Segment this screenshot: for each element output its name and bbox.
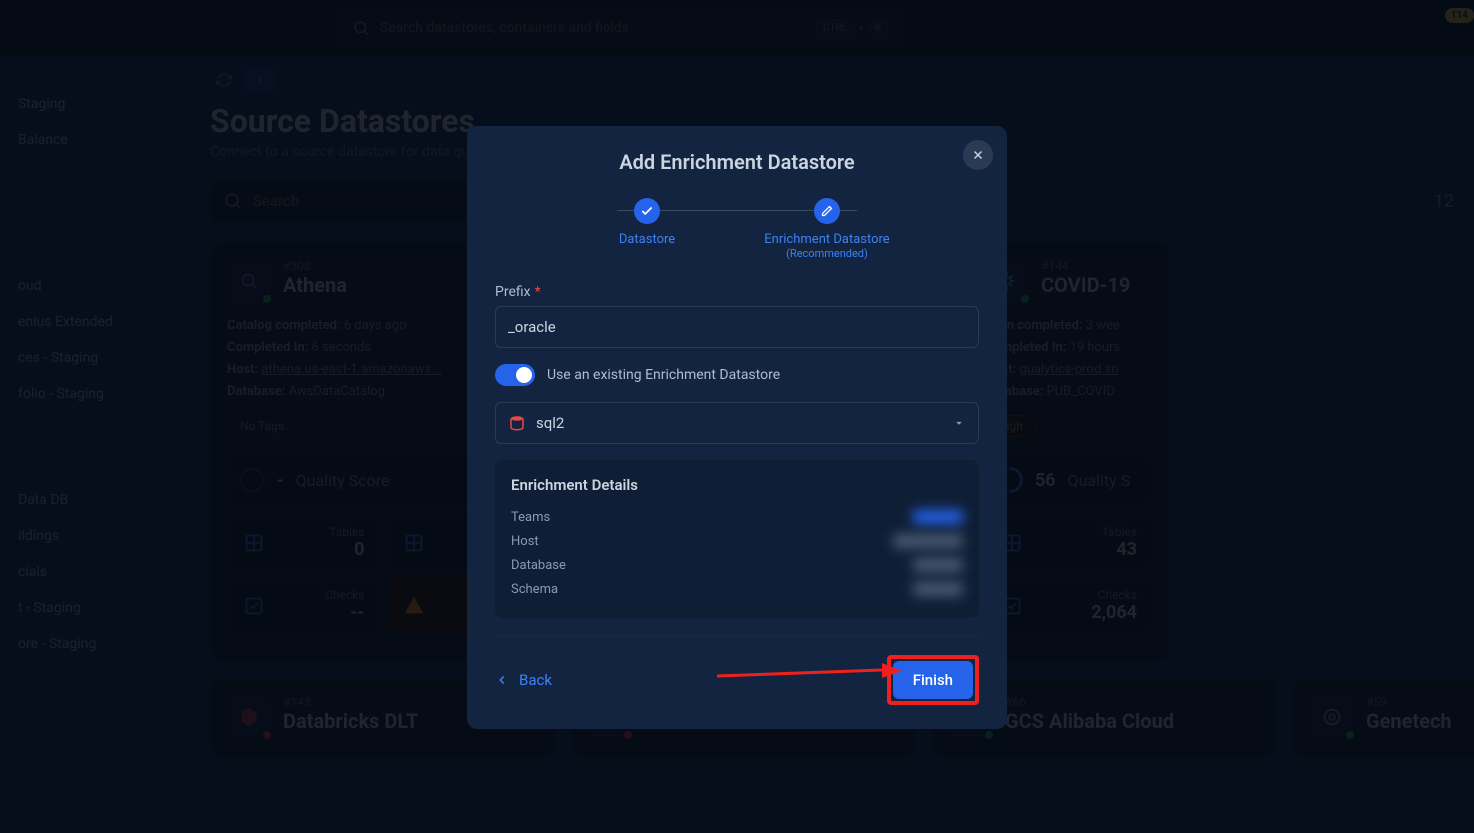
prefix-label: Prefix* (495, 284, 979, 300)
use-existing-toggle[interactable] (495, 364, 535, 386)
modal-title: Add Enrichment Datastore (495, 150, 979, 174)
back-button[interactable]: Back (495, 671, 552, 689)
step-enrichment[interactable]: Enrichment Datastore (Recommended) (737, 198, 917, 260)
annotation-highlight: Finish (887, 655, 979, 705)
enrichment-details: Enrichment Details Teams Host Database S… (495, 460, 979, 618)
finish-button[interactable]: Finish (893, 661, 973, 699)
modal-overlay: Add Enrichment Datastore Datastore Enric… (0, 0, 1474, 833)
add-enrichment-modal: Add Enrichment Datastore Datastore Enric… (467, 126, 1007, 729)
chevron-down-icon (952, 416, 966, 430)
chevron-left-icon (495, 673, 509, 687)
stepper: Datastore Enrichment Datastore (Recommen… (495, 198, 979, 260)
step-datastore[interactable]: Datastore (557, 198, 737, 247)
annotation-arrow (717, 661, 907, 691)
datastore-select[interactable]: sql2 (495, 402, 979, 444)
database-icon (508, 414, 526, 432)
check-icon (634, 198, 660, 224)
toggle-label: Use an existing Enrichment Datastore (547, 367, 780, 383)
close-button[interactable] (963, 140, 993, 170)
close-icon (971, 148, 985, 162)
prefix-input[interactable] (495, 306, 979, 348)
edit-icon (814, 198, 840, 224)
